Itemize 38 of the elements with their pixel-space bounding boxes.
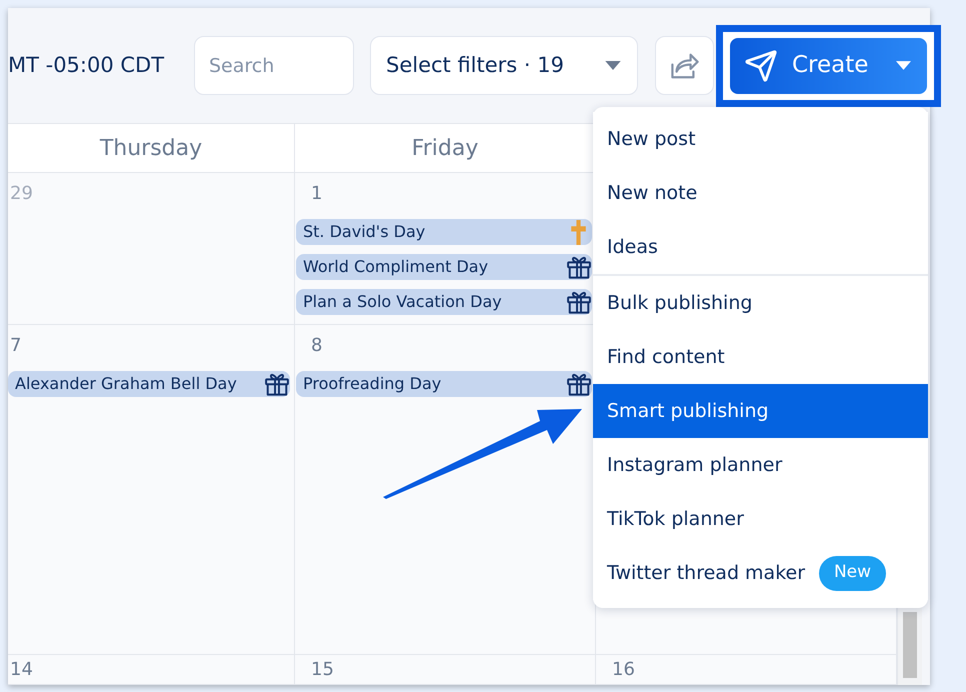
gift-icon <box>265 372 289 396</box>
gift-icon <box>567 290 591 314</box>
menu-item[interactable]: Ideas <box>593 220 928 274</box>
menu-item[interactable]: Twitter thread maker New <box>593 546 928 600</box>
menu-item[interactable]: New note <box>593 166 928 220</box>
event-chip[interactable]: Plan a Solo Vacation Day <box>296 289 592 315</box>
day-header: Thursday <box>8 124 295 172</box>
day-number: 16 <box>612 658 635 682</box>
day-number: 15 <box>311 658 334 682</box>
menu-item[interactable]: Smart publishing <box>593 384 928 438</box>
new-badge: New <box>819 556 886 590</box>
event-chip[interactable]: World Compliment Day <box>296 254 592 280</box>
filter-dropdown[interactable]: Select filters · 19 <box>370 36 638 95</box>
scrollbar-thumb[interactable] <box>903 612 917 678</box>
send-icon <box>744 48 778 82</box>
event-chip[interactable]: Proofreading Day <box>296 371 592 397</box>
caret-icon <box>605 61 621 70</box>
event-chip[interactable]: Alexander Graham Bell Day <box>8 371 290 397</box>
timezone-label: MT -05:00 CDT <box>8 52 166 79</box>
day-number: 7 <box>10 334 22 358</box>
day-number: 8 <box>311 334 322 358</box>
gift-icon <box>567 372 591 396</box>
menu-item[interactable]: Find content <box>593 330 928 384</box>
share-icon <box>670 52 698 78</box>
day-number: 1 <box>311 182 322 206</box>
event-chip[interactable]: St. David's Day <box>296 219 592 245</box>
share-button[interactable] <box>655 36 714 95</box>
menu-item[interactable]: New post <box>593 112 928 166</box>
menu-item[interactable]: Bulk publishing <box>593 276 928 330</box>
create-button[interactable]: Create <box>730 38 927 94</box>
caret-icon <box>896 61 911 70</box>
menu-item[interactable]: TikTok planner <box>593 492 928 546</box>
day-number: 29 <box>10 182 33 206</box>
cross-icon <box>571 220 586 244</box>
day-number: 14 <box>10 658 33 682</box>
menu-item[interactable]: Instagram planner <box>593 438 928 492</box>
search-field[interactable]: Search <box>194 36 354 95</box>
gift-icon <box>567 255 591 279</box>
